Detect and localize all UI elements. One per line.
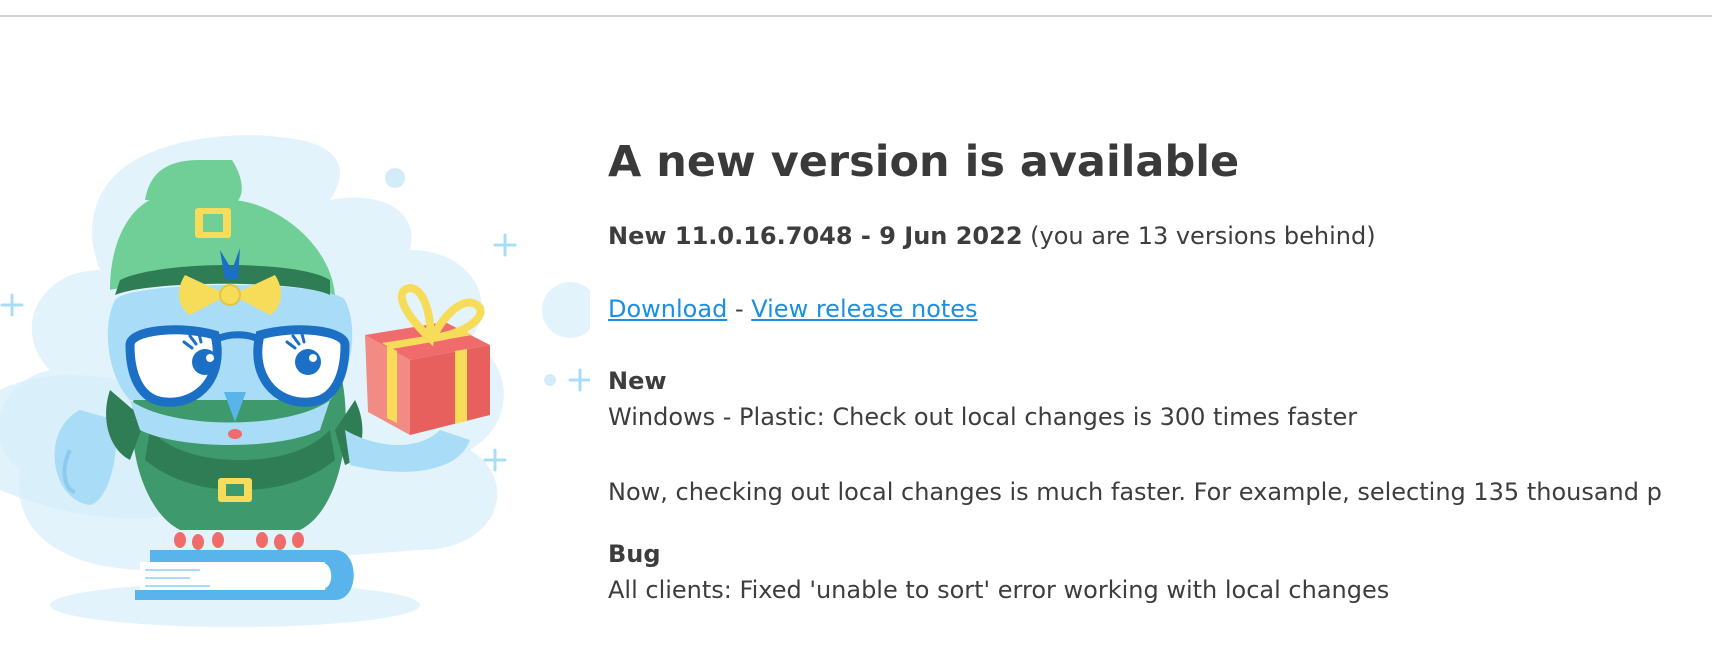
release-note-item: Windows - Plastic: Check out local chang… (608, 403, 1358, 431)
section-heading-new: New (608, 367, 667, 395)
top-divider (0, 15, 1712, 17)
release-note-item: All clients: Fixed 'unable to sort' erro… (608, 576, 1390, 604)
release-note-item: Now, checking out local changes is much … (608, 478, 1662, 506)
link-separator: - (734, 295, 744, 323)
owl-with-gift-icon (0, 130, 598, 650)
view-release-notes-link[interactable]: View release notes (751, 295, 977, 323)
action-links: Download - View release notes (608, 293, 1712, 325)
version-label: New 11.0.16.7048 - 9 Jun 2022 (608, 222, 1023, 250)
versions-behind-text: (you are 13 versions behind) (1030, 222, 1376, 250)
update-notice: A new version is available New 11.0.16.7… (608, 132, 1712, 668)
version-info: New 11.0.16.7048 - 9 Jun 2022 (you are 1… (608, 220, 1712, 252)
page-title: A new version is available (608, 137, 1240, 187)
section-heading-bug: Bug (608, 540, 661, 568)
download-link[interactable]: Download (608, 295, 727, 323)
